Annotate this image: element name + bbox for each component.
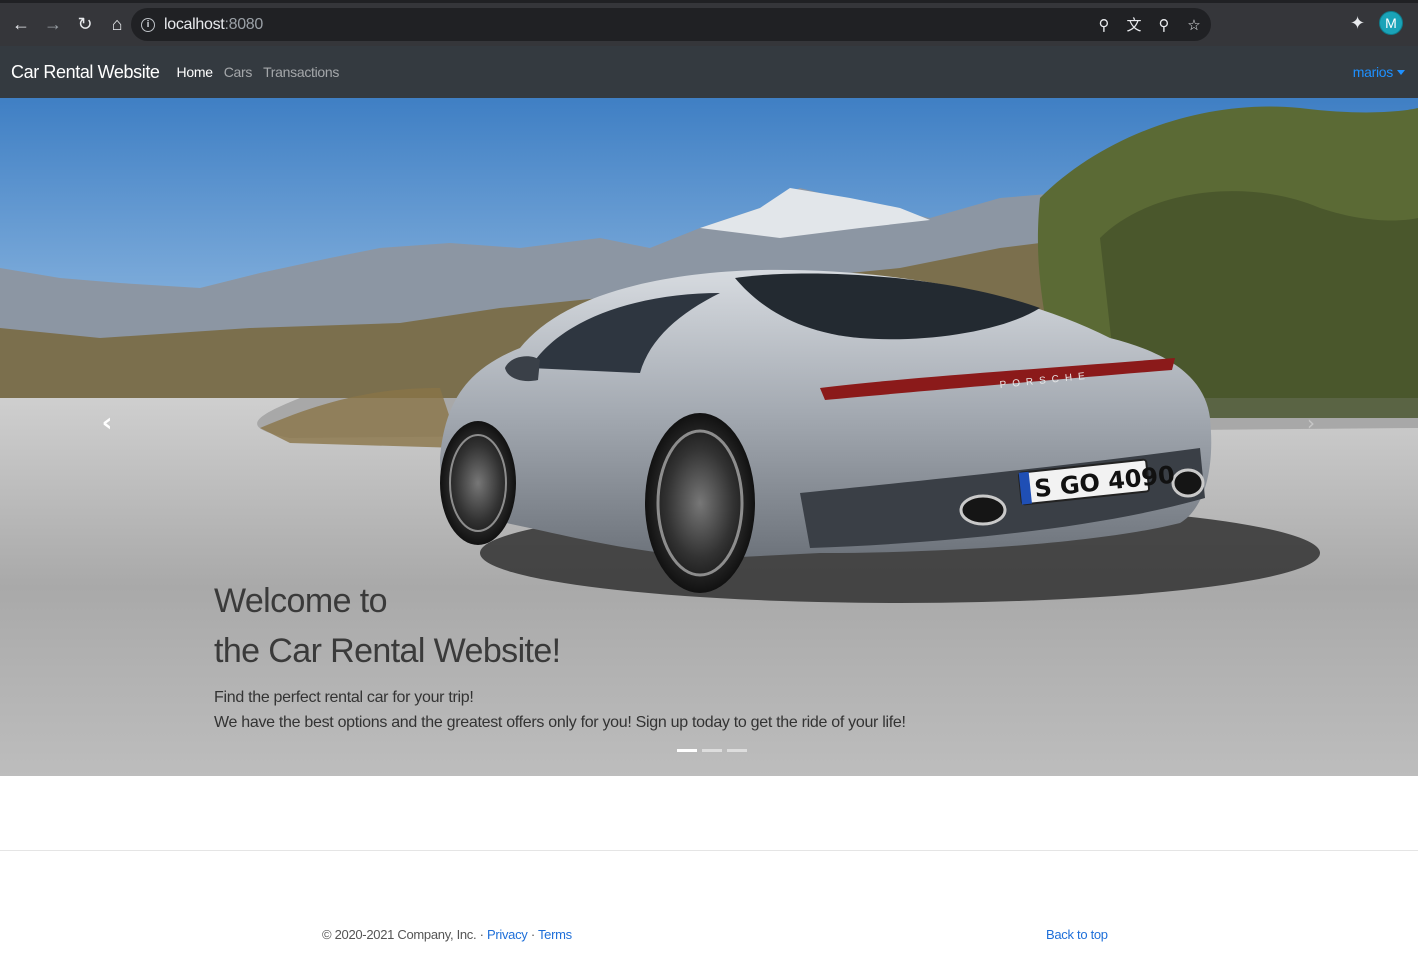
star-icon[interactable]: ☆ [1185,16,1203,34]
browser-toolbar: ← → ↻ ⌂ i localhost:8080 ⚲ 文 ⚲ ☆ ✦ M [0,0,1418,46]
copyright-text: © 2020-2021 Company, Inc. · [322,927,487,942]
profile-avatar[interactable]: M [1379,11,1403,35]
caption-text-line1: Find the perfect rental car for your tri… [214,689,474,706]
footer-separator: · [527,927,538,942]
user-dropdown[interactable]: marios [1353,64,1405,80]
info-icon[interactable]: i [141,17,155,32]
carousel-indicator-1[interactable] [677,749,697,752]
carousel-prev-button[interactable]: ‹ [92,408,122,438]
key-icon[interactable]: ⚲ [1095,16,1113,34]
zoom-icon[interactable]: ⚲ [1155,16,1173,34]
nav-link-home[interactable]: Home [177,64,213,80]
privacy-link[interactable]: Privacy [487,927,528,942]
footer-divider [0,850,1418,851]
footer-copyright: © 2020-2021 Company, Inc. · Privacy · Te… [322,927,572,942]
back-icon[interactable]: ← [6,10,36,40]
carousel-caption: Welcome to the Car Rental Website! Find … [214,576,906,735]
caption-title-line1: Welcome to [214,582,387,620]
carousel-indicator-3[interactable] [727,749,747,752]
terms-link[interactable]: Terms [538,927,572,942]
user-name: marios [1352,64,1394,80]
address-bar[interactable]: i localhost:8080 ⚲ 文 ⚲ ☆ [131,8,1211,41]
extensions-icon[interactable]: ✦ [1350,13,1365,34]
caret-down-icon [1397,70,1405,75]
caption-title-line2: the Car Rental Website! [214,632,561,670]
url-host: localhost [164,15,225,33]
forward-icon[interactable]: → [38,10,68,40]
site-navbar: Car Rental Website Home Cars Transaction… [0,46,1418,98]
home-icon[interactable]: ⌂ [102,10,132,40]
back-to-top-link[interactable]: Back to top [1046,927,1108,942]
caption-text-line2: We have the best options and the greates… [214,714,906,731]
url-port: :8080 [224,15,263,33]
translate-icon[interactable]: 文 [1125,14,1143,35]
hero-carousel: PORSCHE S GO 4090 ‹ › Welcome to the Car… [0,98,1418,776]
reload-icon[interactable]: ↻ [70,10,100,40]
carousel-indicator-2[interactable] [702,749,722,752]
brand-link[interactable]: Car Rental Website [11,62,160,83]
carousel-next-button[interactable]: › [1296,408,1326,438]
nav-link-transactions[interactable]: Transactions [263,64,339,80]
carousel-indicators [677,749,747,752]
nav-link-cars[interactable]: Cars [224,64,253,80]
